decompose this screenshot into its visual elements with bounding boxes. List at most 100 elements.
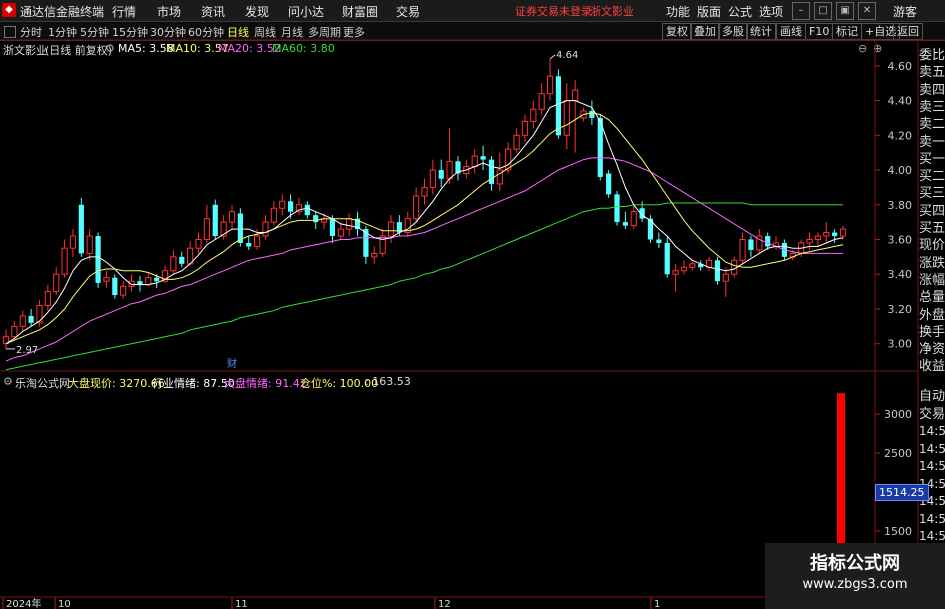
price-tick-label: 3.00	[888, 338, 913, 351]
candle-body-down	[614, 194, 620, 223]
candle-body-down	[28, 315, 34, 323]
side-label: 卖五	[919, 65, 945, 81]
side-label: 总量	[919, 290, 945, 306]
candle	[379, 229, 386, 257]
candle	[471, 149, 478, 174]
indicator-name: 乐淘公式网	[15, 377, 70, 390]
candle	[112, 274, 118, 299]
candle-body-up	[69, 235, 77, 249]
candle-body-up	[11, 325, 18, 338]
candle-body-up	[337, 228, 344, 237]
side-label: 买三	[919, 186, 945, 202]
candle-body-up	[61, 247, 68, 275]
ma10-line	[5, 112, 844, 345]
candle-body-down	[329, 218, 336, 237]
price-tick-label: 4.20	[888, 129, 913, 142]
candle	[212, 199, 218, 240]
candle-body-up	[145, 277, 152, 286]
kline-chart[interactable]: 4.60 4.40 4.20 4.00 3.80 3.60 3.40 3.20 3.00 4.64…	[0, 0, 945, 609]
candle	[246, 236, 252, 250]
candle	[69, 229, 77, 257]
candle	[304, 201, 310, 219]
side-label: 买二	[919, 169, 945, 185]
candle-body-down	[656, 239, 662, 243]
candle	[103, 270, 110, 289]
candle-body-down	[78, 204, 84, 254]
candle-body-up	[839, 228, 847, 237]
candle-body-down	[154, 277, 160, 282]
candle	[806, 232, 813, 250]
side-label-trade[interactable]: 交易	[919, 403, 945, 422]
candle-body-down	[589, 110, 595, 118]
candle	[2, 329, 10, 349]
candle	[19, 310, 26, 332]
candle-body-up	[413, 195, 420, 220]
candle	[680, 260, 688, 275]
indicator-hangye: 行业情绪: 87.50	[152, 377, 235, 390]
candle-body-up	[689, 263, 696, 268]
candle-body-up	[530, 108, 537, 122]
candle	[513, 128, 520, 153]
candle-body-up	[36, 304, 43, 324]
candle	[722, 267, 729, 297]
candle	[354, 211, 361, 237]
price-tick-label: 4.60	[888, 60, 913, 73]
price-tick-label: 3.60	[888, 233, 913, 246]
candle-body-up	[672, 270, 679, 275]
candle	[446, 128, 453, 184]
side-label: 卖一	[919, 134, 945, 150]
indicator-settings-icon[interactable]: ⚙	[3, 375, 13, 388]
candle-body-down	[832, 232, 838, 237]
side-label: 收益	[919, 359, 945, 375]
candle	[170, 249, 177, 275]
candle	[664, 236, 670, 278]
indicator-tick-label: 1500	[884, 525, 912, 538]
candle-body-up	[806, 238, 813, 244]
candle	[756, 229, 763, 254]
candle-body-down	[304, 204, 310, 216]
candle-body-up	[630, 211, 637, 227]
candle-body-up	[731, 259, 738, 275]
candle-body-down	[212, 204, 218, 237]
price-tick-label: 4.00	[888, 164, 913, 177]
watermark-url: www.zbgs3.com	[802, 577, 908, 592]
candle	[714, 256, 721, 285]
candle	[203, 204, 210, 243]
candle-body-up	[421, 186, 428, 197]
side-time: 14:56	[919, 511, 945, 526]
indicator-dapan-mood: 大盘情绪: 91.42	[224, 377, 307, 390]
candle	[606, 170, 612, 198]
candle-body-down	[95, 236, 101, 283]
candle-body-up	[120, 285, 127, 296]
candle	[705, 256, 713, 271]
candle	[270, 201, 277, 226]
candle-body-down	[287, 201, 294, 212]
candle-body-up	[371, 252, 378, 258]
candle-body-up	[228, 211, 236, 223]
candle-body-up	[572, 89, 579, 102]
candle-body-up	[680, 266, 688, 272]
candle	[413, 187, 420, 223]
candle-body-up	[521, 120, 529, 136]
indicator-dapan-price: 大盘现价: 3270.66	[68, 377, 165, 390]
current-value-tag: 1514.25	[875, 484, 929, 501]
side-label: 卖四	[919, 82, 945, 98]
candle	[689, 260, 696, 271]
candle-body-up	[262, 221, 269, 237]
side-time: 14:56	[919, 424, 945, 438]
candle-body-up	[279, 200, 286, 209]
candle	[630, 204, 637, 230]
candle-body-down	[765, 236, 771, 247]
candle	[78, 197, 84, 257]
candle-body-up	[270, 207, 277, 223]
candle	[44, 284, 51, 311]
candle	[120, 281, 127, 299]
side-time: 14:56	[919, 459, 945, 473]
low-annotation: 2.97	[16, 345, 38, 356]
side-label-trade[interactable]: 自动	[919, 385, 945, 404]
candle-body-up	[346, 218, 353, 230]
candle-body-down	[480, 156, 486, 160]
candle	[563, 83, 570, 150]
candle	[572, 79, 579, 153]
indicator-tick-label: 3000	[884, 408, 912, 421]
